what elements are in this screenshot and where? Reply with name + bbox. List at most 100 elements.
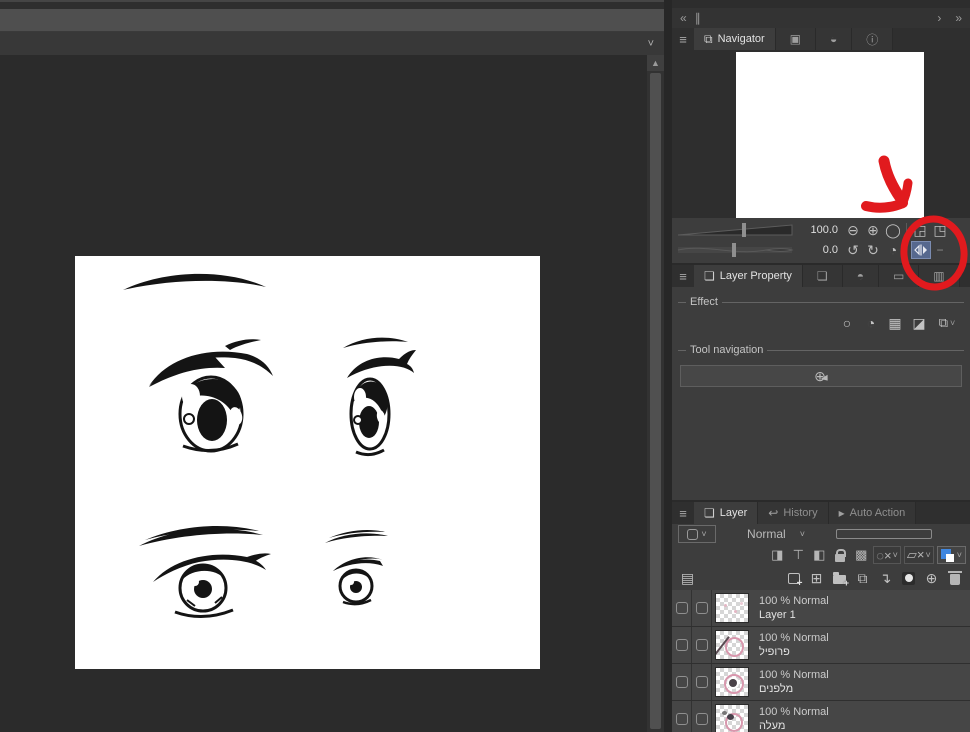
enable-mask-icon[interactable]: ⊤ (789, 546, 807, 564)
canvas-page[interactable] (75, 256, 540, 669)
pin-checkbox[interactable] (695, 713, 708, 725)
layer-property-menu-icon[interactable]: ≡ (672, 265, 694, 287)
set-as-draft-icon[interactable]: ◧ (810, 546, 828, 564)
actual-size-icon[interactable]: ◳ (931, 221, 949, 239)
palette-color-combo[interactable]: ˅ (678, 525, 716, 543)
rotate-ccw-icon[interactable]: ↺ (844, 241, 862, 259)
pin-checkbox[interactable] (695, 639, 708, 651)
rotate-reset-icon[interactable]: ◔ (884, 241, 902, 259)
border-effect-icon[interactable]: ○ (836, 313, 858, 333)
layer-tabbar: ≡ ❏ Layer ↩ History ▸ Auto Action (672, 502, 970, 524)
visibility-checkbox[interactable] (675, 713, 688, 725)
layer-pin-cell[interactable] (692, 701, 712, 732)
reset-display-icon[interactable]: − (933, 243, 947, 257)
navigator-canvas-thumbnail[interactable] (736, 52, 924, 218)
tone-effect-icon[interactable]: ◔ (860, 313, 882, 333)
pin-checkbox[interactable] (695, 676, 708, 688)
navigator-menu-icon[interactable]: ≡ (672, 28, 694, 50)
layer-visibility-cell[interactable] (672, 627, 692, 663)
panel-arrow-icon[interactable]: › (937, 11, 941, 25)
canvas-area[interactable]: ▲ (0, 55, 664, 732)
tool-navigation-button[interactable]: ⊕ (680, 365, 962, 387)
layer-row[interactable]: 100 % Normal Layer 1 (672, 590, 970, 627)
layer-thumbnail-cell[interactable] (712, 590, 752, 626)
navigator-preview[interactable] (672, 50, 970, 218)
layer-visibility-cell[interactable] (672, 590, 692, 626)
panel-more-icon[interactable]: » (955, 11, 962, 25)
tab-layer[interactable]: ❏ Layer (694, 502, 759, 524)
layer-thumbnail[interactable] (715, 593, 749, 623)
expression-color-dropdown[interactable]: ⧉ ˅ (932, 313, 962, 333)
fit-to-screen-icon[interactable]: ◲ (911, 221, 929, 239)
layer-pin-cell[interactable] (692, 627, 712, 663)
tab-subview[interactable]: ▣ (775, 28, 816, 50)
layer-thumbnail[interactable] (715, 630, 749, 660)
canvas-vertical-scrollbar[interactable]: ▲ (647, 55, 664, 732)
opacity-slider[interactable] (836, 529, 932, 539)
transfer-down-icon[interactable]: ⧉ (853, 569, 872, 588)
tab-history[interactable]: ↩ History (758, 502, 829, 524)
chevron-down-icon[interactable]: ˅ (648, 38, 654, 50)
collapse-panels-icon[interactable]: « (680, 11, 687, 25)
chevron-down-icon: ˅ (799, 529, 805, 539)
scrollbar-thumb[interactable] (650, 73, 661, 729)
new-folder-icon[interactable] (830, 569, 849, 588)
tab-frame[interactable]: ▭ (878, 265, 920, 287)
visibility-checkbox[interactable] (675, 676, 688, 688)
new-raster-layer-icon[interactable] (784, 569, 803, 589)
tab-auto-action[interactable]: ▸ Auto Action (828, 502, 917, 524)
lock-layer-icon[interactable] (831, 546, 849, 564)
layer-menu-icon[interactable]: ≡ (672, 502, 694, 524)
palette-display-icon[interactable]: ▤ (678, 569, 697, 588)
layer-thumbnail[interactable] (715, 704, 749, 732)
layer-pin-cell[interactable] (692, 590, 712, 626)
visibility-checkbox[interactable] (675, 602, 688, 614)
extract-line-icon[interactable]: ◪ (908, 313, 930, 333)
zoom-reset-icon[interactable]: ◯ (884, 221, 902, 239)
halftone-icon[interactable]: ▦ (884, 313, 906, 333)
create-mask-icon[interactable] (899, 569, 918, 588)
zoom-out-icon[interactable]: ⊖ (844, 221, 862, 239)
blend-mode-select[interactable]: Normal ˅ (722, 525, 830, 543)
draft-layer-dropdown[interactable]: ▱× ˅ (903, 546, 934, 564)
zoom-value: 100.0 (810, 224, 838, 236)
scrollbar-up-icon[interactable]: ▲ (647, 55, 664, 71)
merge-down-icon[interactable]: ↴ (876, 569, 895, 588)
effect-group: Effect ○ ◔ ▦ ◪ ⧉ ˅ (678, 296, 964, 341)
tab-animation[interactable]: ▥ (919, 265, 960, 287)
layer-pin-cell[interactable] (692, 664, 712, 700)
layer-row[interactable]: 100 % Normal פרופיל (672, 627, 970, 664)
tab-tone[interactable]: ◓ (842, 265, 879, 287)
zoom-in-icon[interactable]: ⊕ (864, 221, 882, 239)
layer-visibility-cell[interactable] (672, 701, 692, 732)
tab-navigator[interactable]: ⧉ Navigator (694, 28, 776, 50)
split-handle-icon[interactable]: ∥ (695, 11, 701, 25)
tab-layer-search[interactable]: ❏ (802, 265, 843, 287)
panel-column-top-strip (672, 0, 970, 8)
pin-checkbox[interactable] (695, 602, 708, 614)
layer-row[interactable]: 100 % Normal מעלה (672, 701, 970, 732)
lock-transparent-pixels-icon[interactable]: ▩ (852, 546, 870, 564)
layer-visibility-cell[interactable] (672, 664, 692, 700)
tab-information[interactable]: ⓘ (852, 28, 894, 50)
layer-color-dropdown[interactable]: ˅ (936, 546, 966, 564)
apply-mask-icon[interactable]: ⊕ (922, 569, 941, 588)
tab-layer-property[interactable]: ❏ Layer Property (694, 265, 803, 287)
rotate-slider[interactable] (676, 242, 796, 258)
reference-layer-dropdown[interactable]: ◌× ˅ (873, 546, 901, 564)
layer-thumbnail-cell[interactable] (712, 627, 752, 663)
zoom-slider[interactable] (676, 222, 796, 238)
visibility-checkbox[interactable] (675, 639, 688, 651)
new-vector-layer-icon[interactable]: ⊞ (807, 569, 826, 588)
delete-layer-icon[interactable] (945, 569, 964, 588)
layer-thumbnail[interactable] (715, 667, 749, 697)
layer-thumbnail-cell[interactable] (712, 701, 752, 732)
tab-item-bank[interactable]: ◒ (816, 28, 853, 50)
clip-to-layer-below-icon[interactable]: ◨ (768, 546, 786, 564)
command-bar (0, 9, 664, 32)
rotate-cw-icon[interactable]: ↻ (864, 241, 882, 259)
draft-layer-icon: ▱× (906, 547, 925, 562)
layer-thumbnail-cell[interactable] (712, 664, 752, 700)
flip-horizontal-button[interactable] (911, 241, 931, 259)
layer-row[interactable]: 100 % Normal מלפנים (672, 664, 970, 701)
